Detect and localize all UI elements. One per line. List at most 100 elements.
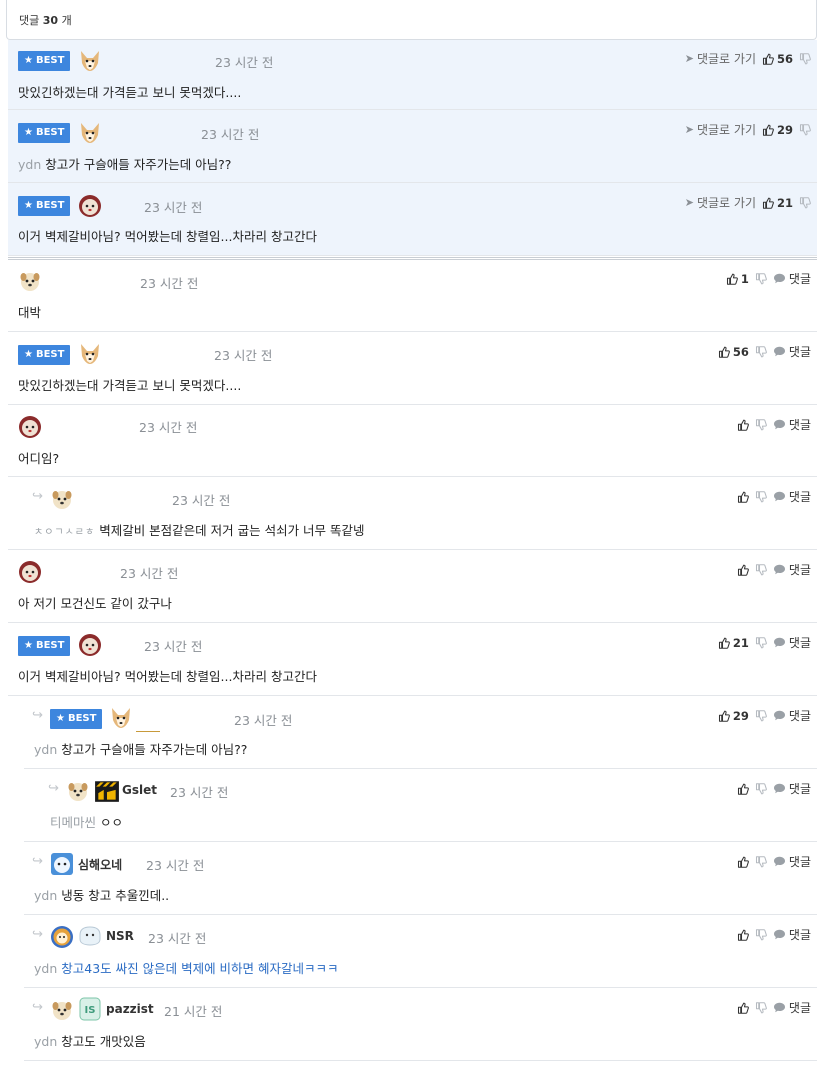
reply-arrow-icon: ↪ bbox=[32, 708, 43, 723]
thumbs-up-icon bbox=[737, 929, 749, 941]
user-avatar[interactable] bbox=[78, 121, 102, 145]
reply-button[interactable]: 댓글 bbox=[773, 999, 811, 1016]
reply-button[interactable]: 댓글 bbox=[773, 780, 811, 797]
reply-button[interactable]: 댓글 bbox=[773, 561, 811, 578]
comment-actions: 댓글 bbox=[737, 926, 811, 943]
thumbs-down-icon[interactable] bbox=[755, 419, 767, 431]
user-avatar[interactable] bbox=[78, 49, 102, 73]
goto-comment-label: 댓글로 가기 bbox=[696, 196, 756, 210]
username[interactable]: NSR bbox=[106, 929, 134, 943]
thumbs-up-icon bbox=[737, 419, 749, 431]
user-avatar[interactable] bbox=[78, 633, 102, 657]
goto-comment-link[interactable]: ➤ 댓글로 가기 bbox=[685, 50, 756, 67]
username[interactable]: 심해오네 bbox=[78, 856, 122, 873]
thumbs-down-icon[interactable] bbox=[755, 564, 767, 576]
comment-actions: 댓글 bbox=[737, 999, 811, 1016]
reply-button[interactable]: 댓글 bbox=[773, 488, 811, 505]
user-avatar[interactable] bbox=[50, 852, 74, 876]
best-badge-label: BEST bbox=[35, 200, 65, 211]
like-button[interactable]: 29 bbox=[718, 709, 749, 723]
reply-label: 댓글 bbox=[788, 490, 811, 504]
user-avatar[interactable] bbox=[50, 487, 74, 511]
comment-text: 창고가 구슬애들 자주가는데 아님?? bbox=[61, 742, 248, 757]
like-button[interactable] bbox=[737, 564, 749, 576]
reply-label: 댓글 bbox=[788, 782, 811, 796]
reply-button[interactable]: 댓글 bbox=[773, 853, 811, 870]
user-avatar[interactable] bbox=[66, 779, 90, 803]
comment-body: 대박 bbox=[18, 305, 42, 320]
thumbs-down-icon[interactable] bbox=[755, 929, 767, 941]
user-avatar[interactable] bbox=[18, 415, 42, 439]
comment-item: 23 시간 전 댓글 어디임? bbox=[8, 405, 817, 477]
user-avatar[interactable] bbox=[109, 706, 133, 730]
user-avatar[interactable] bbox=[78, 342, 102, 366]
best-badge: ★ BEST bbox=[18, 123, 71, 143]
like-button[interactable] bbox=[737, 856, 749, 868]
thumbs-down-icon[interactable] bbox=[755, 710, 767, 722]
reply-button[interactable]: 댓글 bbox=[773, 707, 811, 724]
comment-prefix: ydn bbox=[34, 1034, 58, 1049]
user-avatar[interactable] bbox=[18, 269, 42, 293]
like-button[interactable]: 21 bbox=[718, 636, 749, 650]
like-button[interactable]: 56 bbox=[718, 345, 749, 359]
speech-bubble-icon bbox=[773, 491, 786, 502]
comment-prefix: 티메마씬 bbox=[50, 815, 97, 830]
best-badge-label: BEST bbox=[67, 713, 97, 724]
thumbs-down-icon[interactable] bbox=[755, 1002, 767, 1014]
reply-button[interactable]: 댓글 bbox=[773, 416, 811, 433]
reply-button[interactable]: 댓글 bbox=[773, 926, 811, 943]
comment-count-number: 30 bbox=[42, 14, 59, 27]
best-badge: ★ BEST bbox=[50, 709, 103, 729]
thumbs-down-icon[interactable] bbox=[755, 637, 767, 649]
comment-body: 맛있긴하겠는대 가격듣고 보니 못먹겠다.... bbox=[18, 82, 241, 101]
user-avatar[interactable] bbox=[78, 194, 102, 218]
like-button[interactable] bbox=[737, 1002, 749, 1014]
comment-count-suffix: 개 bbox=[61, 14, 72, 27]
comment-time: 23 시간 전 bbox=[234, 713, 293, 728]
comment-item: ↪ 23 시간 전 댓글 ㅊㅇㄱㅅㄹㅎ 벽제갈비 본점같은데 저거 굽는 석쇠가… bbox=[8, 477, 817, 550]
thumbs-up-icon bbox=[737, 856, 749, 868]
comment-actions: 댓글 bbox=[737, 780, 811, 797]
comment-count-label: 댓글 bbox=[19, 14, 40, 27]
thumbs-down-icon[interactable] bbox=[755, 491, 767, 503]
goto-comment-link[interactable]: ➤ 댓글로 가기 bbox=[685, 121, 756, 138]
comment-prefix: ydn bbox=[34, 961, 58, 976]
user-avatar[interactable] bbox=[18, 560, 42, 584]
user-avatar[interactable] bbox=[50, 998, 74, 1022]
thumbs-down-icon[interactable] bbox=[755, 346, 767, 358]
star-icon: ★ bbox=[24, 349, 33, 360]
like-button[interactable]: 56 bbox=[762, 52, 793, 66]
comment-body: 맛있긴하겠는대 가격듣고 보니 못먹겠다.... bbox=[18, 378, 242, 393]
like-count: 1 bbox=[740, 271, 749, 286]
like-button[interactable] bbox=[737, 491, 749, 503]
like-button[interactable] bbox=[737, 419, 749, 431]
comment-time: 23 시간 전 bbox=[172, 493, 231, 508]
best-badge-label: BEST bbox=[35, 640, 65, 651]
username[interactable]: Gslet bbox=[122, 783, 157, 797]
thumbs-down-icon[interactable] bbox=[755, 273, 767, 285]
comment-actions: 댓글 bbox=[737, 488, 811, 505]
comment-actions: 29 댓글 bbox=[718, 707, 811, 724]
like-button[interactable] bbox=[737, 929, 749, 941]
thumbs-down-icon[interactable] bbox=[799, 124, 811, 136]
like-button[interactable] bbox=[737, 783, 749, 795]
reply-arrow-icon: ↪ bbox=[32, 1000, 43, 1015]
like-button[interactable]: 1 bbox=[726, 272, 749, 286]
thumbs-down-icon[interactable] bbox=[755, 783, 767, 795]
like-button[interactable]: 21 bbox=[762, 196, 793, 210]
star-icon: ★ bbox=[24, 127, 33, 138]
thumbs-down-icon[interactable] bbox=[755, 856, 767, 868]
thumbs-down-icon[interactable] bbox=[799, 197, 811, 209]
best-badge: ★ BEST bbox=[18, 196, 71, 216]
comment-time: 23 시간 전 bbox=[170, 785, 229, 800]
username[interactable]: pazzist bbox=[106, 1002, 154, 1016]
goto-comment-link[interactable]: ➤ 댓글로 가기 bbox=[685, 194, 756, 211]
comment-actions: ➤ 댓글로 가기 56 bbox=[685, 50, 811, 67]
thumbs-down-icon[interactable] bbox=[799, 53, 811, 65]
reply-button[interactable]: 댓글 bbox=[773, 270, 811, 287]
reply-arrow-icon: ↪ bbox=[48, 781, 59, 796]
like-button[interactable]: 29 bbox=[762, 123, 793, 137]
reply-button[interactable]: 댓글 bbox=[773, 343, 811, 360]
user-avatar[interactable] bbox=[50, 925, 74, 949]
reply-button[interactable]: 댓글 bbox=[773, 634, 811, 651]
